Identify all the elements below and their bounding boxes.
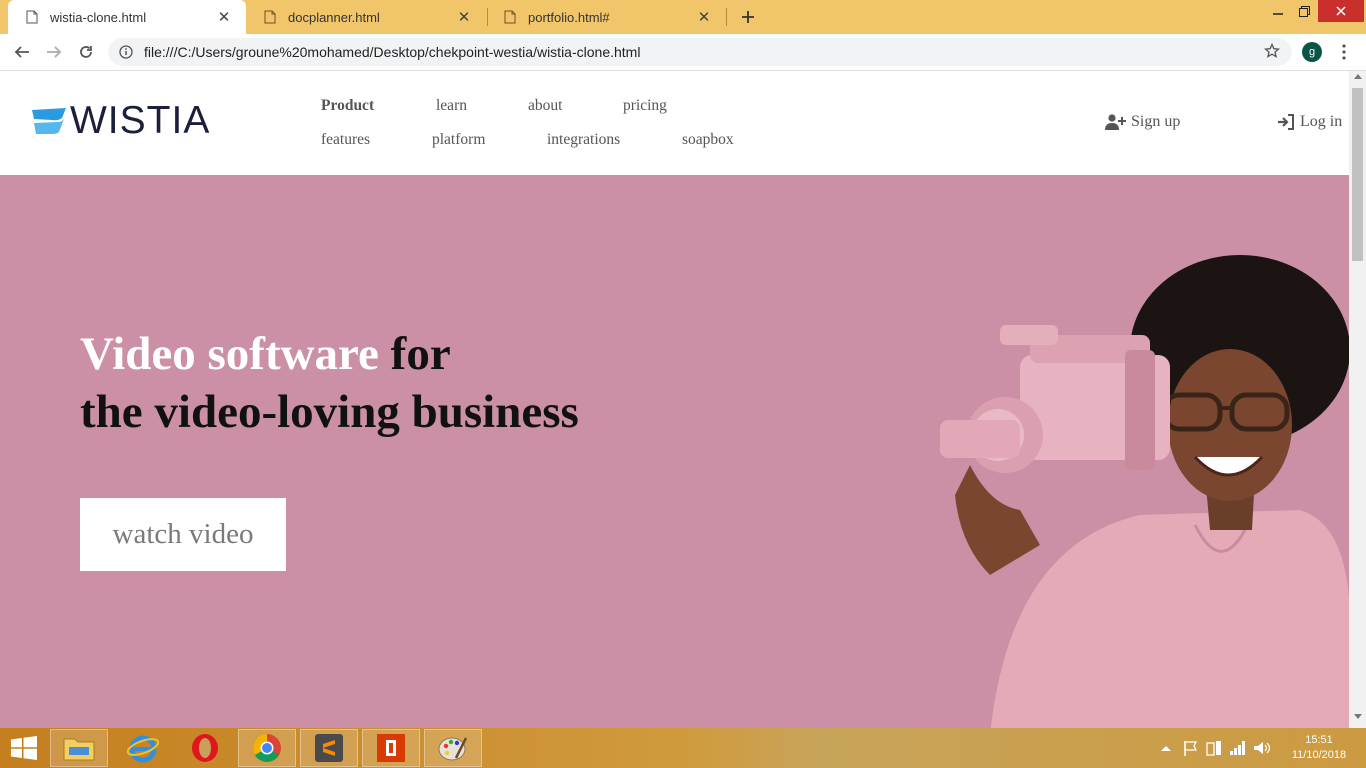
headline-highlight: Video software <box>80 328 379 380</box>
nav-product[interactable]: Product <box>321 97 374 115</box>
windows-logo-icon <box>11 736 37 760</box>
logo-wordmark: WISTIA <box>70 99 211 142</box>
tab-divider <box>726 8 727 26</box>
restore-button[interactable] <box>1292 0 1316 22</box>
windows-taskbar: 15:51 11/10/2018 <box>0 728 1366 768</box>
page-icon <box>504 10 516 24</box>
reload-icon <box>80 46 92 58</box>
clock-date: 11/10/2018 <box>1291 749 1347 761</box>
page-icon <box>264 10 276 24</box>
scrollbar-thumb[interactable] <box>1352 88 1363 261</box>
nav-platform[interactable]: platform <box>432 131 485 149</box>
taskbar-clock[interactable]: 15:51 11/10/2018 <box>1284 733 1354 763</box>
chevron-up-icon <box>1161 746 1171 751</box>
taskbar-paint[interactable] <box>424 729 482 767</box>
address-bar[interactable]: file:///C:/Users/groune%20mohamed/Deskto… <box>108 38 1292 66</box>
page-viewport: WISTIA Product learn about pricing featu… <box>0 71 1349 728</box>
signal-bars-icon <box>1230 741 1245 755</box>
start-button[interactable] <box>8 735 40 761</box>
nav-integrations[interactable]: integrations <box>547 131 620 149</box>
bookmark-star-icon[interactable] <box>1263 42 1281 64</box>
new-tab-button[interactable] <box>736 6 760 28</box>
flag-icon <box>1184 741 1197 756</box>
tab-portfolio[interactable]: portfolio.html# ✕ <box>486 0 726 34</box>
watch-video-button[interactable]: watch video <box>80 498 286 571</box>
hero-section: Video software for the video-loving busi… <box>0 175 1349 728</box>
show-hidden-icons-button[interactable] <box>1158 728 1174 768</box>
taskbar-opera[interactable] <box>176 729 234 767</box>
hero-headline: Video software for the video-loving busi… <box>80 325 579 441</box>
signup-label: Sign up <box>1131 113 1181 130</box>
sublime-text-icon <box>315 734 343 762</box>
nav-about[interactable]: about <box>528 97 562 115</box>
internet-explorer-icon <box>127 735 159 763</box>
reload-button[interactable] <box>74 41 98 63</box>
close-icon <box>1336 6 1346 16</box>
login-link[interactable]: Log in <box>1278 113 1342 131</box>
close-tab-icon[interactable]: ✕ <box>696 8 712 26</box>
speaker-icon <box>1254 742 1271 754</box>
volume-control[interactable] <box>1252 728 1274 768</box>
headline-part: for <box>378 328 451 380</box>
info-icon[interactable] <box>118 44 134 60</box>
profile-avatar[interactable]: g <box>1302 42 1322 62</box>
network-status[interactable] <box>1228 728 1248 768</box>
nav-features[interactable]: features <box>321 131 370 149</box>
browser-tab-strip: wistia-clone.html ✕ docplanner.html ✕ po… <box>0 0 1366 34</box>
nav-pricing[interactable]: pricing <box>623 97 667 115</box>
close-tab-icon[interactable]: ✕ <box>456 8 472 26</box>
chrome-menu-button[interactable] <box>1336 42 1352 62</box>
clock-time: 15:51 <box>1305 734 1333 746</box>
scroll-up-arrow-icon[interactable] <box>1349 73 1366 85</box>
nav-soapbox[interactable]: soapbox <box>682 131 734 149</box>
login-label: Log in <box>1300 113 1343 130</box>
wistia-logo-icon <box>32 108 66 134</box>
taskbar-chrome[interactable] <box>238 729 296 767</box>
page-icon <box>26 10 38 24</box>
power-status[interactable] <box>1204 728 1224 768</box>
wistia-logo[interactable]: WISTIA <box>32 99 210 143</box>
taskbar-office[interactable] <box>362 729 420 767</box>
back-button[interactable] <box>10 41 34 63</box>
minimize-button[interactable] <box>1266 0 1290 22</box>
browser-toolbar: file:///C:/Users/groune%20mohamed/Deskto… <box>0 34 1366 71</box>
folder-icon <box>63 738 95 761</box>
tab-label: wistia-clone.html <box>50 9 147 25</box>
restore-icon <box>1298 5 1310 17</box>
taskbar-sublime-text[interactable] <box>300 729 358 767</box>
arrow-right-icon <box>47 46 62 58</box>
hero-woman-with-camera-image <box>940 255 1349 728</box>
close-window-button[interactable] <box>1318 0 1364 22</box>
paint-palette-icon <box>438 737 468 761</box>
battery-plug-icon <box>1206 741 1221 756</box>
url-text[interactable]: file:///C:/Users/groune%20mohamed/Deskto… <box>144 44 640 60</box>
user-plus-icon <box>1105 114 1126 130</box>
tab-docplanner[interactable]: docplanner.html ✕ <box>246 0 486 34</box>
sign-in-icon <box>1278 114 1294 130</box>
more-vert-icon <box>1342 44 1346 60</box>
page-scrollbar[interactable] <box>1349 71 1366 728</box>
minimize-icon <box>1273 13 1283 15</box>
tab-label: portfolio.html# <box>528 9 610 25</box>
signup-link[interactable]: Sign up <box>1105 113 1180 131</box>
chrome-icon <box>253 734 281 762</box>
taskbar-internet-explorer[interactable] <box>114 729 172 767</box>
office-icon <box>377 734 405 762</box>
headline-line-2: the video-loving business <box>80 386 579 438</box>
scroll-down-arrow-icon[interactable] <box>1349 714 1366 726</box>
site-header: WISTIA Product learn about pricing featu… <box>0 71 1349 175</box>
taskbar-file-explorer[interactable] <box>50 729 108 767</box>
plus-icon <box>742 11 754 23</box>
forward-button[interactable] <box>42 41 66 63</box>
tab-label: docplanner.html <box>288 9 380 25</box>
nav-learn[interactable]: learn <box>436 97 467 115</box>
tab-wistia-clone[interactable]: wistia-clone.html ✕ <box>8 0 246 34</box>
arrow-left-icon <box>14 46 29 58</box>
opera-icon <box>192 734 218 762</box>
action-center-flag[interactable] <box>1180 728 1200 768</box>
close-tab-icon[interactable]: ✕ <box>216 8 232 26</box>
